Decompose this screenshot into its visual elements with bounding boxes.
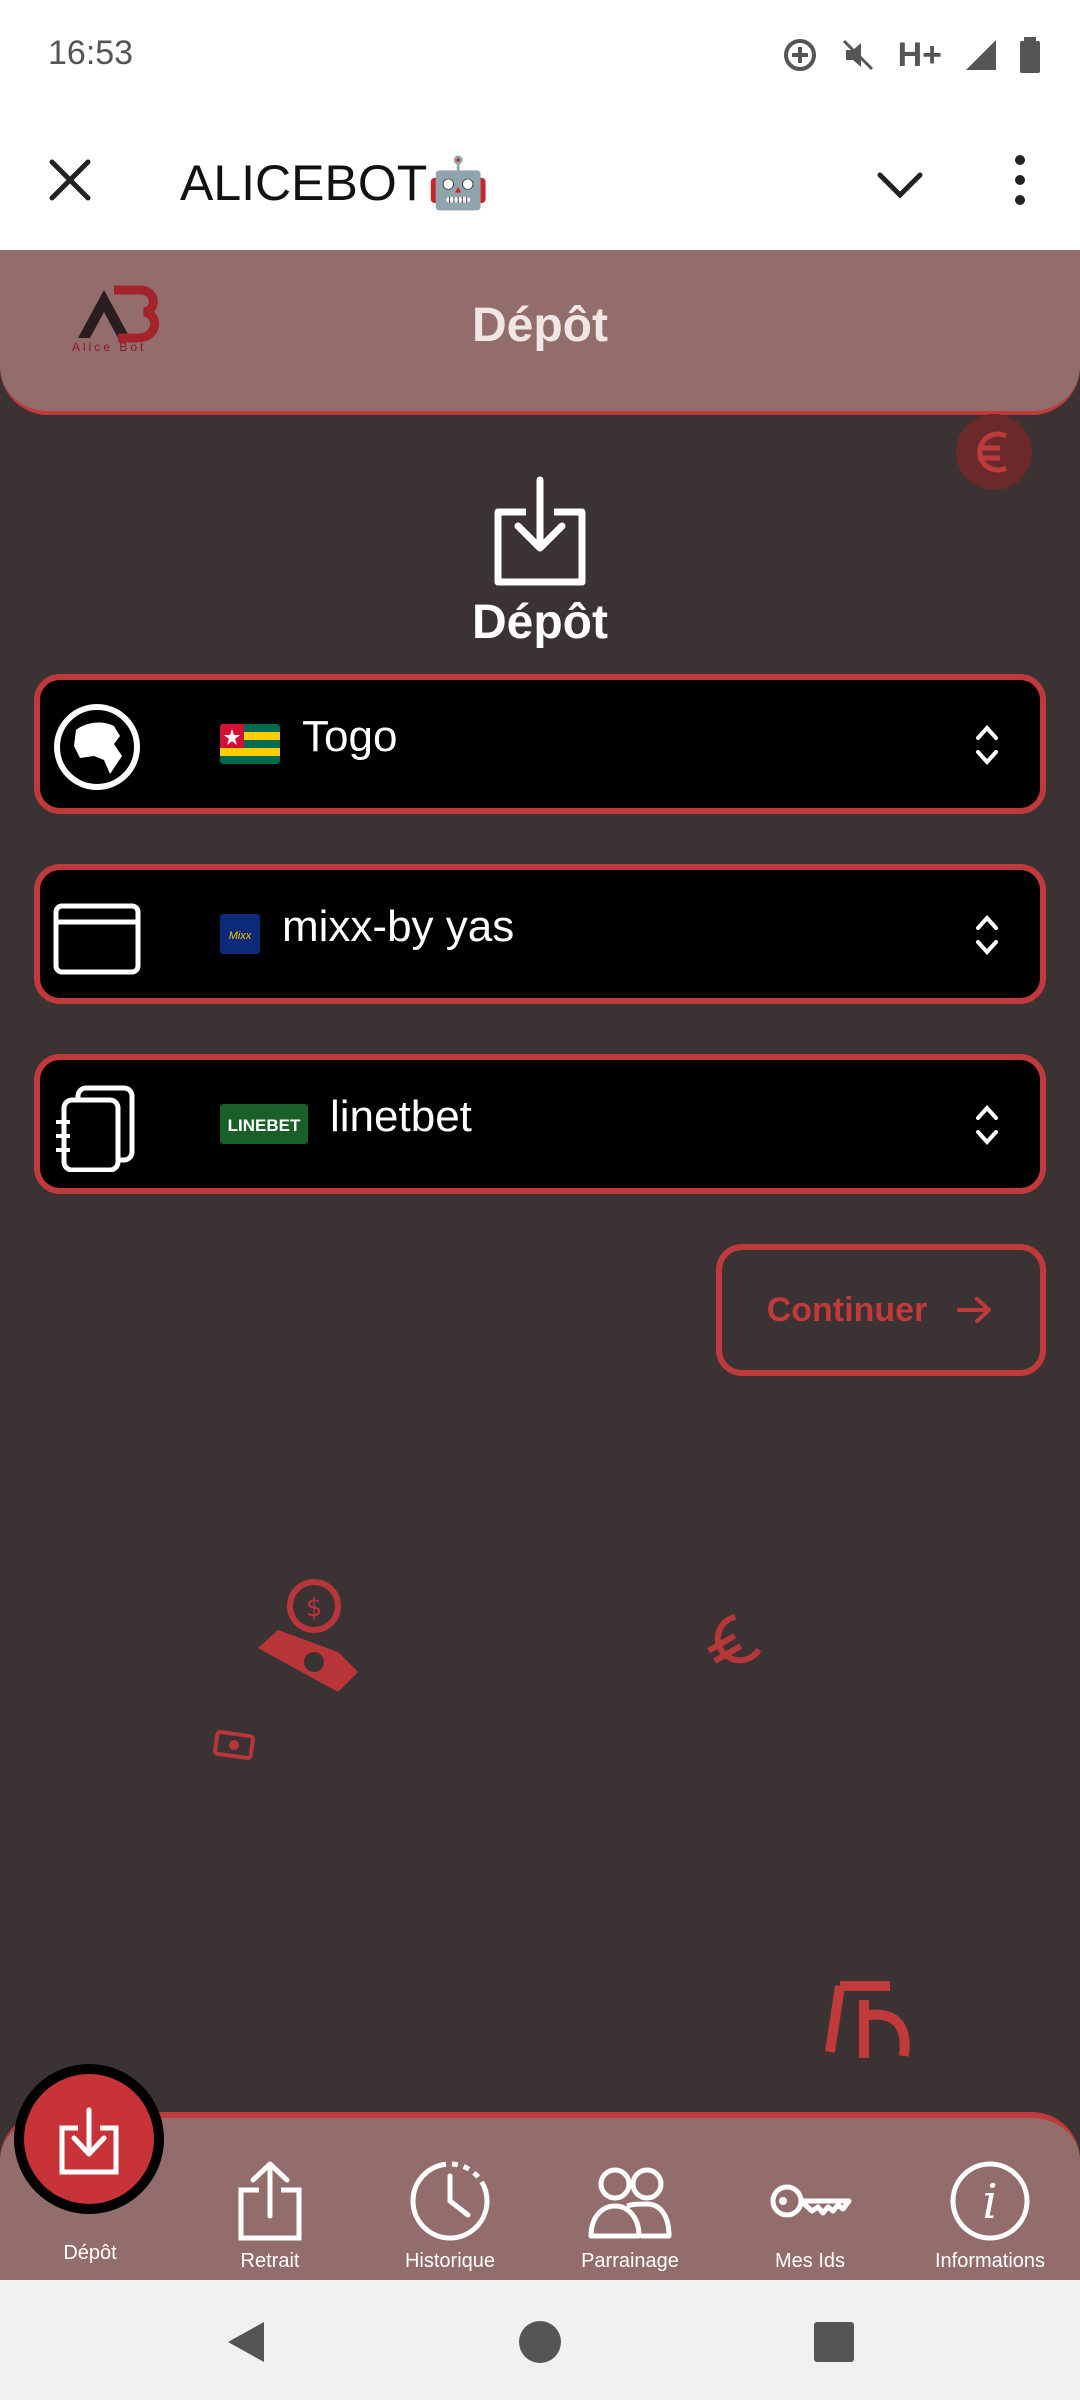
page-title: Dépôt: [472, 299, 608, 352]
upload-icon: [238, 2161, 302, 2241]
money-hand-icon: $: [258, 1579, 358, 1692]
section-heading: Dépôt: [472, 596, 608, 649]
payment-method-value: mixx-by yas: [282, 902, 515, 951]
payment-method-select[interactable]: Mixx mixx-by yas: [34, 864, 1046, 1004]
status-time: 16:53: [48, 34, 134, 72]
nav-label: Informations: [934, 2250, 1046, 2272]
continue-label: Continuer: [766, 1290, 928, 1329]
stack-icon: [56, 1085, 135, 1172]
bookmaker-value: linetbet: [330, 1092, 472, 1141]
nav-depot-fab[interactable]: [14, 2064, 164, 2214]
wallet-icon: [53, 903, 141, 975]
bookmaker-select[interactable]: LINEBET linetbet: [34, 1054, 1046, 1194]
continue-button[interactable]: Continuer: [716, 1244, 1046, 1376]
more-menu-icon[interactable]: [1000, 150, 1040, 210]
system-navigation-bar: [0, 2280, 1080, 2400]
page-header: Alice Bot Dépôt: [0, 250, 1080, 415]
chevron-up-down-icon: [976, 915, 998, 955]
status-bar: 16:53 H+: [0, 0, 1080, 110]
nav-mes-ids[interactable]: Mes Ids: [720, 2160, 900, 2286]
clock-icon: [410, 2161, 490, 2241]
arrow-right-icon: [957, 1297, 992, 1323]
nav-parrainage[interactable]: Parrainage: [540, 2160, 720, 2286]
key-icon: [770, 2184, 852, 2218]
info-icon: i: [950, 2161, 1030, 2241]
nav-label: Parrainage: [581, 2250, 679, 2272]
globe-africa-icon: [54, 704, 140, 790]
togo-flag: [220, 724, 280, 764]
nav-label: Historique: [404, 2250, 496, 2272]
recents-icon[interactable]: [814, 2322, 854, 2362]
country-value: Togo: [302, 712, 398, 761]
network-type: H+: [897, 35, 942, 74]
chevron-up-down-icon: [976, 725, 998, 765]
currency-symbol-icon: [825, 1981, 910, 2058]
chevron-up-down-icon: [976, 1105, 998, 1145]
chevron-down-icon[interactable]: [870, 155, 930, 215]
deposit-icon: [494, 476, 586, 586]
euro-coin-icon: [956, 414, 1032, 490]
euro-symbol-icon: [707, 1613, 762, 1664]
country-select[interactable]: Togo: [34, 674, 1046, 814]
data-saver-icon: [783, 39, 816, 71]
nav-label-depot: Dépôt: [63, 2242, 117, 2264]
webview-app-bar: ALICEBOT🤖: [0, 110, 1080, 250]
nav-label: Mes Ids: [774, 2250, 846, 2272]
nav-label: Retrait: [240, 2250, 300, 2272]
download-icon: [59, 2107, 119, 2175]
svg-text:$: $: [306, 1593, 323, 1623]
mixx-logo: Mixx: [220, 914, 260, 954]
svg-text:LINEBET: LINEBET: [228, 1116, 301, 1135]
svg-text:i: i: [982, 2174, 997, 2230]
status-icons: H+: [782, 30, 1040, 80]
back-icon[interactable]: [226, 2320, 266, 2364]
nav-historique[interactable]: Historique: [360, 2160, 540, 2286]
close-icon[interactable]: [40, 150, 100, 210]
linebet-logo: LINEBET: [220, 1104, 308, 1144]
nav-informations[interactable]: i Informations: [900, 2160, 1080, 2286]
app-title: ALICEBOT🤖: [180, 155, 490, 211]
cash-note-icon: [213, 1730, 255, 1760]
users-icon: [588, 2167, 672, 2239]
mute-icon: [842, 39, 873, 71]
nav-retrait[interactable]: Retrait: [180, 2160, 360, 2286]
svg-text:Mixx: Mixx: [229, 930, 252, 942]
home-icon[interactable]: [518, 2320, 562, 2364]
signal-icon: [966, 40, 996, 70]
battery-icon: [1020, 37, 1040, 73]
